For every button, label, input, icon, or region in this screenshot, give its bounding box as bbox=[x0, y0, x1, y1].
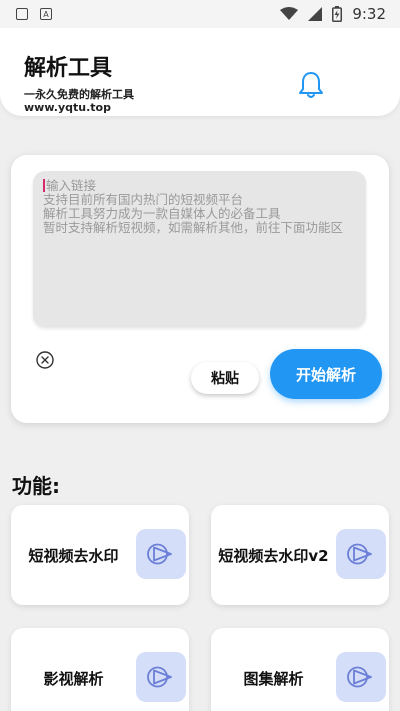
feature-card-gallery-parse[interactable]: 图集解析 bbox=[211, 628, 389, 711]
play-icon bbox=[136, 652, 186, 702]
feature-label: 短视频去水印 bbox=[28, 546, 119, 565]
play-icon bbox=[336, 529, 386, 579]
bell-icon[interactable] bbox=[296, 70, 326, 100]
play-icon bbox=[136, 529, 186, 579]
clear-icon[interactable] bbox=[35, 350, 55, 370]
signal-icon bbox=[308, 7, 323, 21]
placeholder-line: 解析工具努力成为一款自媒体人的必备工具 bbox=[43, 207, 281, 221]
wifi-icon bbox=[280, 7, 299, 20]
feature-card-short-video-watermark-v2[interactable]: 短视频去水印v2 bbox=[211, 505, 389, 605]
image-notification-icon bbox=[16, 8, 28, 20]
status-bar-right: 9:32 bbox=[280, 5, 386, 23]
feature-card-short-video-watermark[interactable]: 短视频去水印 bbox=[11, 505, 189, 605]
status-bar-left: A bbox=[16, 8, 52, 20]
status-bar: A 9:32 bbox=[0, 0, 400, 28]
start-parse-button[interactable]: 开始解析 bbox=[270, 349, 382, 399]
play-icon bbox=[336, 652, 386, 702]
paste-button[interactable]: 粘贴 bbox=[191, 362, 259, 394]
feature-label: 影视解析 bbox=[43, 669, 104, 688]
feature-label: 图集解析 bbox=[243, 669, 304, 688]
link-input[interactable]: 输入链接 支持目前所有国内热门的短视频平台 解析工具努力成为一款自媒体人的必备工… bbox=[33, 171, 366, 327]
text-caret bbox=[43, 179, 45, 192]
parse-input-card: 输入链接 支持目前所有国内热门的短视频平台 解析工具努力成为一款自媒体人的必备工… bbox=[11, 155, 389, 423]
feature-card-movie-parse[interactable]: 影视解析 bbox=[11, 628, 189, 711]
a-notification-icon: A bbox=[40, 8, 52, 20]
battery-icon bbox=[332, 6, 343, 22]
app-subtitle: 一永久免费的解析工具 bbox=[24, 88, 134, 101]
status-time: 9:32 bbox=[352, 5, 386, 23]
feature-label: 短视频去水印v2 bbox=[218, 546, 329, 565]
features-heading: 功能: bbox=[12, 474, 60, 498]
app-header: 解析工具 一永久免费的解析工具 www.yqtu.top bbox=[0, 28, 400, 116]
placeholder-line: 暂时支持解析短视频，如需解析其他，前往下面功能区 bbox=[43, 221, 344, 235]
placeholder-line: 输入链接 bbox=[43, 179, 356, 193]
app-title: 解析工具 bbox=[24, 56, 113, 81]
app-url: www.yqtu.top bbox=[24, 101, 111, 114]
placeholder-line: 支持目前所有国内热门的短视频平台 bbox=[43, 193, 244, 207]
